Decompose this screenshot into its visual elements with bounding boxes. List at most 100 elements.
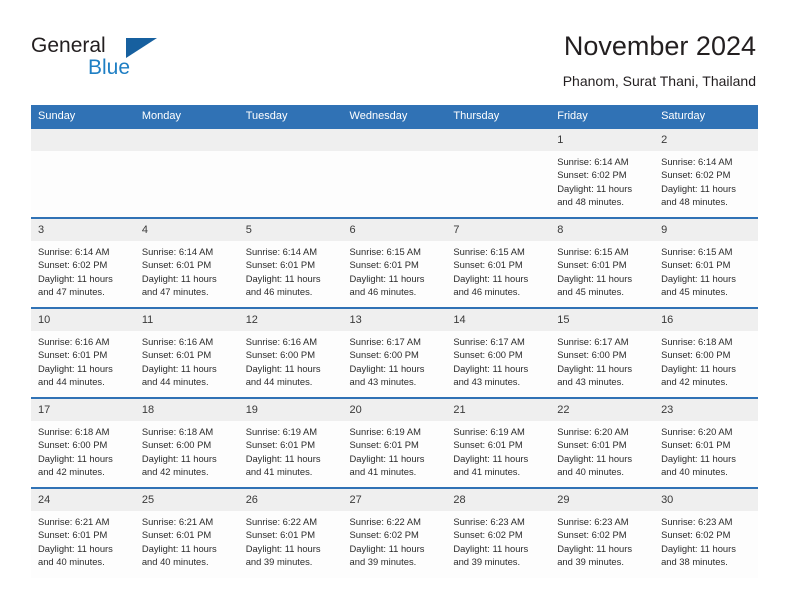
calendar-day-cell[interactable]: 17 Sunrise: 6:18 AM Sunset: 6:00 PM Dayligh…	[31, 397, 135, 488]
daylight-text: Daylight: 11 hours and 43 minutes.	[453, 362, 529, 387]
daylight-text: Daylight: 11 hours and 45 minutes.	[661, 272, 736, 297]
day-number: 30	[654, 489, 758, 511]
calendar-day-cell[interactable]: 12 Sunrise: 6:16 AM Sunset: 6:00 PM Dayligh…	[238, 307, 343, 398]
calendar-day-cell[interactable]: 15 Sunrise: 6:17 AM Sunset: 6:00 PM Dayligh…	[550, 307, 655, 398]
calendar-day-cell[interactable]: 1 Sunrise: 6:14 AM Sunset: 6:02 PM Daylight…	[550, 127, 655, 218]
day-number: 26	[238, 489, 343, 511]
calendar-body: 1 Sunrise: 6:14 AM Sunset: 6:02 PM Daylight…	[31, 127, 758, 578]
sunset-text: Sunset: 6:02 PM	[661, 529, 731, 541]
calendar-day-cell[interactable]: 4 Sunrise: 6:14 AM Sunset: 6:01 PM Daylight…	[134, 217, 239, 308]
day-number: 16	[654, 309, 758, 331]
day-cell-inner: 27 Sunrise: 6:22 AM Sunset: 6:02 PM Dayligh…	[342, 489, 447, 578]
weekday-header-monday: Monday	[134, 105, 239, 128]
day-number: 7	[446, 219, 551, 241]
day-number: 10	[31, 309, 135, 331]
day-cell-inner: 10 Sunrise: 6:16 AM Sunset: 6:01 PM Dayligh…	[31, 309, 135, 397]
calendar-day-cell[interactable]: 11 Sunrise: 6:16 AM Sunset: 6:01 PM Dayligh…	[134, 307, 239, 398]
day-details: Sunrise: 6:19 AM Sunset: 6:01 PM Daylight:…	[446, 421, 550, 478]
daylight-text: Daylight: 11 hours and 46 minutes.	[453, 272, 529, 297]
day-details: Sunrise: 6:22 AM Sunset: 6:01 PM Daylight:…	[239, 511, 343, 568]
calendar-day-cell[interactable]: 14 Sunrise: 6:17 AM Sunset: 6:00 PM Dayligh…	[446, 307, 551, 398]
sunset-text: Sunset: 6:00 PM	[38, 439, 108, 451]
day-cell-inner: 30 Sunrise: 6:23 AM Sunset: 6:02 PM Dayligh…	[654, 489, 758, 578]
sunrise-text: Sunrise: 6:14 AM	[661, 156, 733, 167]
calendar-day-cell[interactable]: 10 Sunrise: 6:16 AM Sunset: 6:01 PM Dayligh…	[31, 307, 135, 398]
calendar-day-cell[interactable]: 5 Sunrise: 6:14 AM Sunset: 6:01 PM Daylight…	[238, 217, 343, 308]
day-number: 17	[31, 399, 135, 421]
day-cell-inner	[134, 129, 239, 217]
day-details: Sunrise: 6:14 AM Sunset: 6:02 PM Daylight:…	[31, 241, 135, 298]
calendar-week-row: 24 Sunrise: 6:21 AM Sunset: 6:01 PM Dayligh…	[31, 487, 758, 578]
daylight-text: Daylight: 11 hours and 48 minutes.	[557, 182, 633, 207]
sunset-text: Sunset: 6:01 PM	[38, 529, 108, 541]
calendar-day-cell[interactable]: 27 Sunrise: 6:22 AM Sunset: 6:02 PM Dayligh…	[342, 487, 447, 578]
general-blue-logo[interactable]: General Blue	[31, 34, 231, 84]
daylight-text: Daylight: 11 hours and 44 minutes.	[141, 362, 217, 387]
calendar-day-cell[interactable]: 22 Sunrise: 6:20 AM Sunset: 6:01 PM Dayligh…	[550, 397, 655, 488]
sunrise-text: Sunrise: 6:23 AM	[661, 516, 733, 527]
day-number: 1	[550, 129, 655, 151]
calendar-day-cell[interactable]: 19 Sunrise: 6:19 AM Sunset: 6:01 PM Dayligh…	[238, 397, 343, 488]
calendar-day-cell[interactable]: 26 Sunrise: 6:22 AM Sunset: 6:01 PM Dayligh…	[238, 487, 343, 578]
calendar-day-cell-empty	[134, 127, 239, 218]
day-details: Sunrise: 6:23 AM Sunset: 6:02 PM Daylight:…	[550, 511, 654, 568]
day-cell-inner: 24 Sunrise: 6:21 AM Sunset: 6:01 PM Dayligh…	[31, 489, 135, 578]
calendar-day-cell[interactable]: 9 Sunrise: 6:15 AM Sunset: 6:01 PM Daylight…	[654, 217, 758, 308]
daylight-text: Daylight: 11 hours and 42 minutes.	[141, 452, 217, 477]
calendar-day-cell[interactable]: 24 Sunrise: 6:21 AM Sunset: 6:01 PM Dayligh…	[31, 487, 135, 578]
day-cell-inner: 21 Sunrise: 6:19 AM Sunset: 6:01 PM Dayligh…	[446, 399, 551, 487]
daylight-text: Daylight: 11 hours and 40 minutes.	[38, 542, 113, 567]
day-number	[31, 129, 135, 151]
daylight-text: Daylight: 11 hours and 41 minutes.	[349, 452, 425, 477]
sunset-text: Sunset: 6:01 PM	[661, 439, 731, 451]
calendar-day-cell[interactable]: 21 Sunrise: 6:19 AM Sunset: 6:01 PM Dayligh…	[446, 397, 551, 488]
calendar-day-cell[interactable]: 7 Sunrise: 6:15 AM Sunset: 6:01 PM Daylight…	[446, 217, 551, 308]
daylight-text: Daylight: 11 hours and 38 minutes.	[661, 542, 736, 567]
day-number: 9	[654, 219, 758, 241]
daylight-text: Daylight: 11 hours and 46 minutes.	[245, 272, 321, 297]
day-number: 2	[654, 129, 758, 151]
sunrise-text: Sunrise: 6:20 AM	[661, 426, 733, 437]
sunrise-text: Sunrise: 6:15 AM	[453, 246, 525, 257]
sunset-text: Sunset: 6:02 PM	[557, 529, 627, 541]
calendar-day-cell[interactable]: 18 Sunrise: 6:18 AM Sunset: 6:00 PM Dayligh…	[134, 397, 239, 488]
day-number: 3	[31, 219, 135, 241]
day-cell-inner: 5 Sunrise: 6:14 AM Sunset: 6:01 PM Daylight…	[238, 219, 343, 307]
day-cell-inner: 16 Sunrise: 6:18 AM Sunset: 6:00 PM Dayligh…	[654, 309, 758, 397]
calendar-day-cell[interactable]: 3 Sunrise: 6:14 AM Sunset: 6:02 PM Daylight…	[31, 217, 135, 308]
sunset-text: Sunset: 6:01 PM	[141, 529, 212, 541]
day-number: 6	[342, 219, 447, 241]
day-number: 28	[446, 489, 551, 511]
day-number: 24	[31, 489, 135, 511]
calendar-day-cell[interactable]: 20 Sunrise: 6:19 AM Sunset: 6:01 PM Dayligh…	[342, 397, 447, 488]
weekday-header-thursday: Thursday	[446, 105, 551, 128]
day-details: Sunrise: 6:16 AM Sunset: 6:00 PM Daylight:…	[239, 331, 343, 388]
day-details: Sunrise: 6:17 AM Sunset: 6:00 PM Daylight:…	[446, 331, 550, 388]
day-details: Sunrise: 6:22 AM Sunset: 6:02 PM Daylight:…	[343, 511, 447, 568]
sunset-text: Sunset: 6:01 PM	[245, 439, 315, 451]
day-cell-inner: 8 Sunrise: 6:15 AM Sunset: 6:01 PM Daylight…	[550, 219, 655, 307]
logo-text-blue: Blue	[88, 56, 131, 79]
calendar-day-cell[interactable]: 29 Sunrise: 6:23 AM Sunset: 6:02 PM Dayligh…	[550, 487, 655, 578]
calendar-day-cell[interactable]: 25 Sunrise: 6:21 AM Sunset: 6:01 PM Dayligh…	[134, 487, 239, 578]
calendar-day-cell[interactable]: 8 Sunrise: 6:15 AM Sunset: 6:01 PM Daylight…	[550, 217, 655, 308]
daylight-text: Daylight: 11 hours and 42 minutes.	[661, 362, 736, 387]
day-cell-inner: 23 Sunrise: 6:20 AM Sunset: 6:01 PM Dayligh…	[654, 399, 758, 487]
logo-text-general: General	[31, 34, 106, 57]
sunset-text: Sunset: 6:01 PM	[661, 259, 731, 271]
calendar-day-cell[interactable]: 13 Sunrise: 6:17 AM Sunset: 6:00 PM Dayligh…	[342, 307, 447, 398]
weekday-header-saturday: Saturday	[654, 105, 758, 128]
calendar-day-cell[interactable]: 16 Sunrise: 6:18 AM Sunset: 6:00 PM Dayligh…	[654, 307, 758, 398]
calendar-day-cell[interactable]: 6 Sunrise: 6:15 AM Sunset: 6:01 PM Daylight…	[342, 217, 447, 308]
day-cell-inner: 20 Sunrise: 6:19 AM Sunset: 6:01 PM Dayligh…	[342, 399, 447, 487]
calendar-day-cell[interactable]: 28 Sunrise: 6:23 AM Sunset: 6:02 PM Dayligh…	[446, 487, 551, 578]
sunrise-text: Sunrise: 6:19 AM	[245, 426, 318, 437]
calendar-day-cell[interactable]: 23 Sunrise: 6:20 AM Sunset: 6:01 PM Dayligh…	[654, 397, 758, 488]
sunset-text: Sunset: 6:01 PM	[349, 439, 419, 451]
sunset-text: Sunset: 6:01 PM	[245, 259, 315, 271]
calendar-day-cell[interactable]: 2 Sunrise: 6:14 AM Sunset: 6:02 PM Daylight…	[654, 127, 758, 218]
day-details: Sunrise: 6:19 AM Sunset: 6:01 PM Daylight:…	[239, 421, 343, 478]
sunrise-text: Sunrise: 6:14 AM	[141, 246, 214, 257]
calendar-day-cell[interactable]: 30 Sunrise: 6:23 AM Sunset: 6:02 PM Dayligh…	[654, 487, 758, 578]
day-details: Sunrise: 6:15 AM Sunset: 6:01 PM Daylight:…	[550, 241, 654, 298]
